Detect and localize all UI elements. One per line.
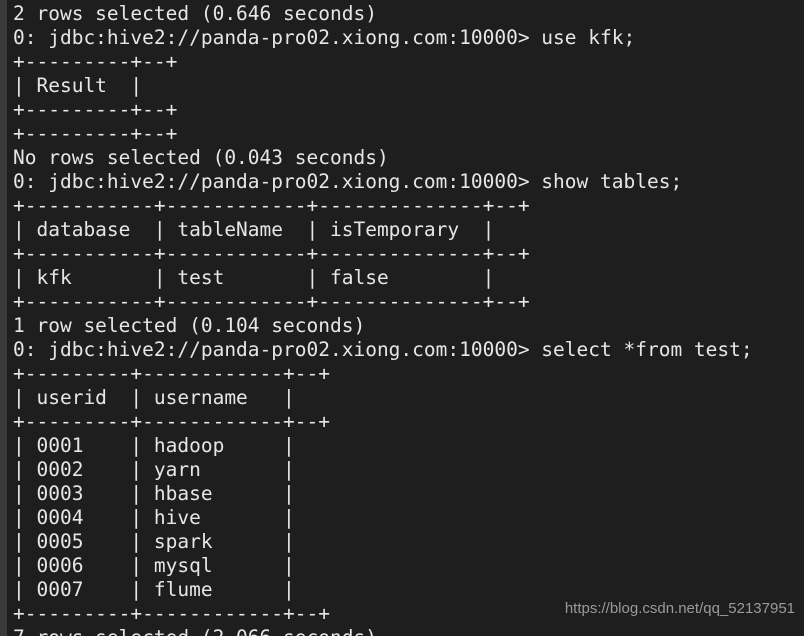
table-header-row: | database | tableName | isTemporary | bbox=[13, 218, 495, 241]
terminal-prompt-line: 0: jdbc:hive2://panda-pro02.xiong.com:10… bbox=[13, 170, 683, 193]
terminal-line: 2 rows selected (0.646 seconds) bbox=[13, 2, 377, 25]
terminal-prompt-line: 0: jdbc:hive2://panda-pro02.xiong.com:10… bbox=[13, 26, 636, 49]
status-line: 7 rows selected (2.066 seconds) bbox=[13, 626, 804, 636]
table-border: +---------+--+ bbox=[13, 122, 178, 145]
terminal-window[interactable]: 2 rows selected (0.646 seconds) 0: jdbc:… bbox=[0, 0, 804, 636]
status-line: 1 row selected (0.104 seconds) bbox=[13, 314, 366, 337]
table-row: | 0002 | yarn | bbox=[13, 458, 295, 481]
table-row: | 0004 | hive | bbox=[13, 506, 295, 529]
table-row: | 0006 | mysql | bbox=[13, 554, 295, 577]
table-header-row: | userid | username | bbox=[13, 386, 295, 409]
table-row: | 0003 | hbase | bbox=[13, 482, 295, 505]
table-row: | 0005 | spark | bbox=[13, 530, 295, 553]
watermark-url: https://blog.csdn.net/qq_52137951 bbox=[564, 600, 795, 617]
table-header-row: | Result | bbox=[13, 74, 143, 97]
table-border: +---------+------------+--+ bbox=[13, 362, 330, 385]
table-row: | 0007 | flume | bbox=[13, 578, 295, 601]
table-border: +---------+------------+--+ bbox=[13, 410, 330, 433]
terminal-output-area[interactable]: 2 rows selected (0.646 seconds) 0: jdbc:… bbox=[0, 0, 804, 636]
table-row: | kfk | test | false | bbox=[13, 266, 495, 289]
table-border: +-----------+------------+--------------… bbox=[13, 290, 530, 313]
table-row: | 0001 | hadoop | bbox=[13, 434, 295, 457]
table-border: +-----------+------------+--------------… bbox=[13, 242, 530, 265]
table-border: +---------+--+ bbox=[13, 98, 178, 121]
terminal-prompt-line: 0: jdbc:hive2://panda-pro02.xiong.com:10… bbox=[13, 338, 753, 361]
status-line: No rows selected (0.043 seconds) bbox=[13, 146, 389, 169]
table-border: +---------+--+ bbox=[13, 50, 178, 73]
table-border: +-----------+------------+--------------… bbox=[13, 194, 530, 217]
